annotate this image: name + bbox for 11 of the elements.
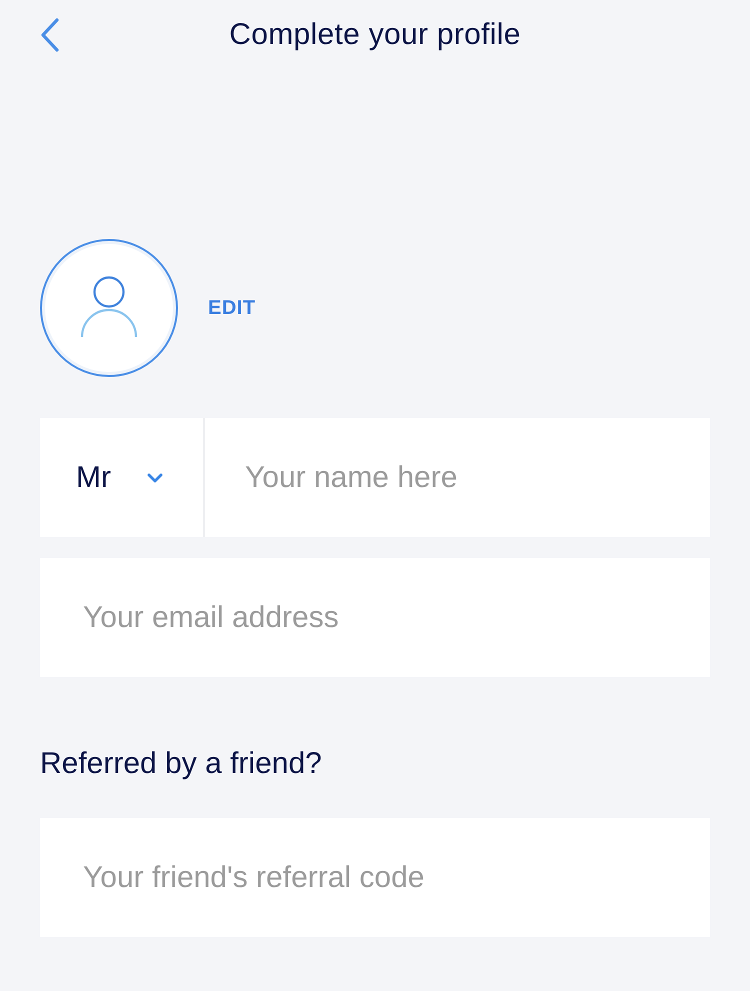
back-icon	[40, 18, 60, 52]
referral-code-field[interactable]: Your friend's referral code	[40, 818, 710, 937]
page-title: Complete your profile	[229, 17, 521, 53]
referral-heading: Referred by a friend?	[40, 746, 322, 782]
title-dropdown[interactable]: Mr	[40, 418, 203, 537]
name-field[interactable]: Your name here	[203, 418, 710, 537]
caret-icon	[146, 472, 163, 482]
back-button[interactable]	[40, 18, 60, 52]
edit-link[interactable]: EDIT	[208, 296, 256, 320]
person-icon	[80, 276, 138, 338]
email-field[interactable]: Your email address	[40, 558, 710, 677]
